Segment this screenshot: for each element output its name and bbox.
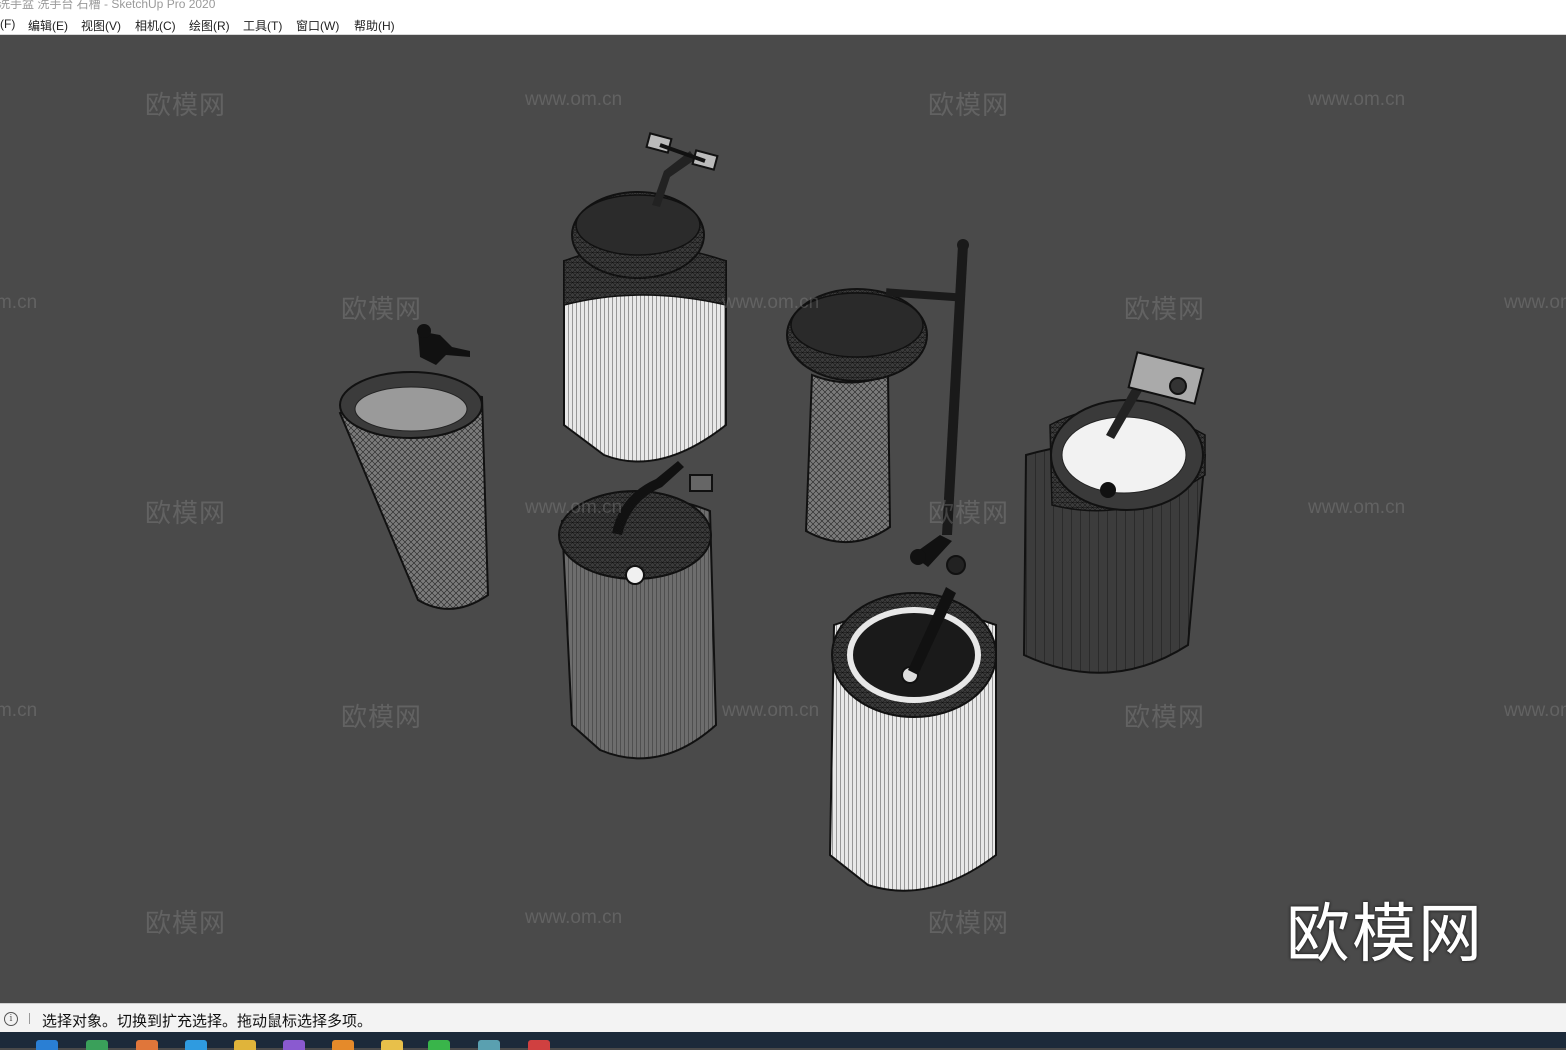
title-bar: 洗手盆 洗手台 石槽 - SketchUp Pro 2020 <box>0 0 1566 14</box>
brand-logo: 欧模网 <box>1286 898 1484 970</box>
status-bar: i 选择对象。切换到扩充选择。拖动鼠标选择多项。 <box>0 1003 1566 1033</box>
menu-file[interactable]: (F) <box>0 17 15 31</box>
sketchup-icon[interactable] <box>528 1040 550 1050</box>
folder-icon[interactable] <box>381 1040 403 1050</box>
sink-pedestal-bowl <box>786 239 969 567</box>
wechat-icon[interactable] <box>428 1040 450 1050</box>
menu-camera[interactable]: 相机(C) <box>135 17 176 34</box>
menu-view[interactable]: 视图(V) <box>81 17 121 34</box>
window-title: 洗手盆 洗手台 石槽 - SketchUp Pro 2020 <box>0 0 216 11</box>
menu-help[interactable]: 帮助(H) <box>354 17 395 34</box>
menu-bar: (F) 编辑(E) 视图(V) 相机(C) 绘图(R) 工具(T) 窗口(W) … <box>0 14 1566 35</box>
taskbar <box>0 1032 1566 1050</box>
status-divider <box>29 1013 30 1024</box>
menu-window[interactable]: 窗口(W) <box>296 17 339 34</box>
info-icon[interactable]: i <box>4 1012 18 1026</box>
status-text: 选择对象。切换到扩充选择。拖动鼠标选择多项。 <box>42 1013 373 1030</box>
app-yellow-icon[interactable] <box>234 1040 256 1050</box>
app-purple-icon[interactable] <box>283 1040 305 1050</box>
app-orange-icon[interactable] <box>136 1040 158 1050</box>
sink-cylinder-bowl-top <box>563 132 727 463</box>
model-viewport[interactable]: 欧模网 www.om.cn 欧模网 www.om.cn www.om.cn 欧模… <box>0 35 1566 1003</box>
sink-grey-cylinder <box>558 461 718 760</box>
edge-icon[interactable] <box>36 1040 58 1050</box>
app-orange2-icon[interactable] <box>332 1040 354 1050</box>
app-green-icon[interactable] <box>86 1040 108 1050</box>
sink-tapered-vessel <box>338 324 490 610</box>
menu-tools[interactable]: 工具(T) <box>243 17 282 34</box>
app-teal-icon[interactable] <box>478 1040 500 1050</box>
sink-white-cylinder <box>828 555 997 892</box>
menu-edit[interactable]: 编辑(E) <box>28 17 68 34</box>
menu-draw[interactable]: 绘图(R) <box>189 17 230 34</box>
sink-dark-cylinder <box>1022 351 1207 674</box>
model-scene <box>338 132 1207 892</box>
app-blue-icon[interactable] <box>185 1040 207 1050</box>
